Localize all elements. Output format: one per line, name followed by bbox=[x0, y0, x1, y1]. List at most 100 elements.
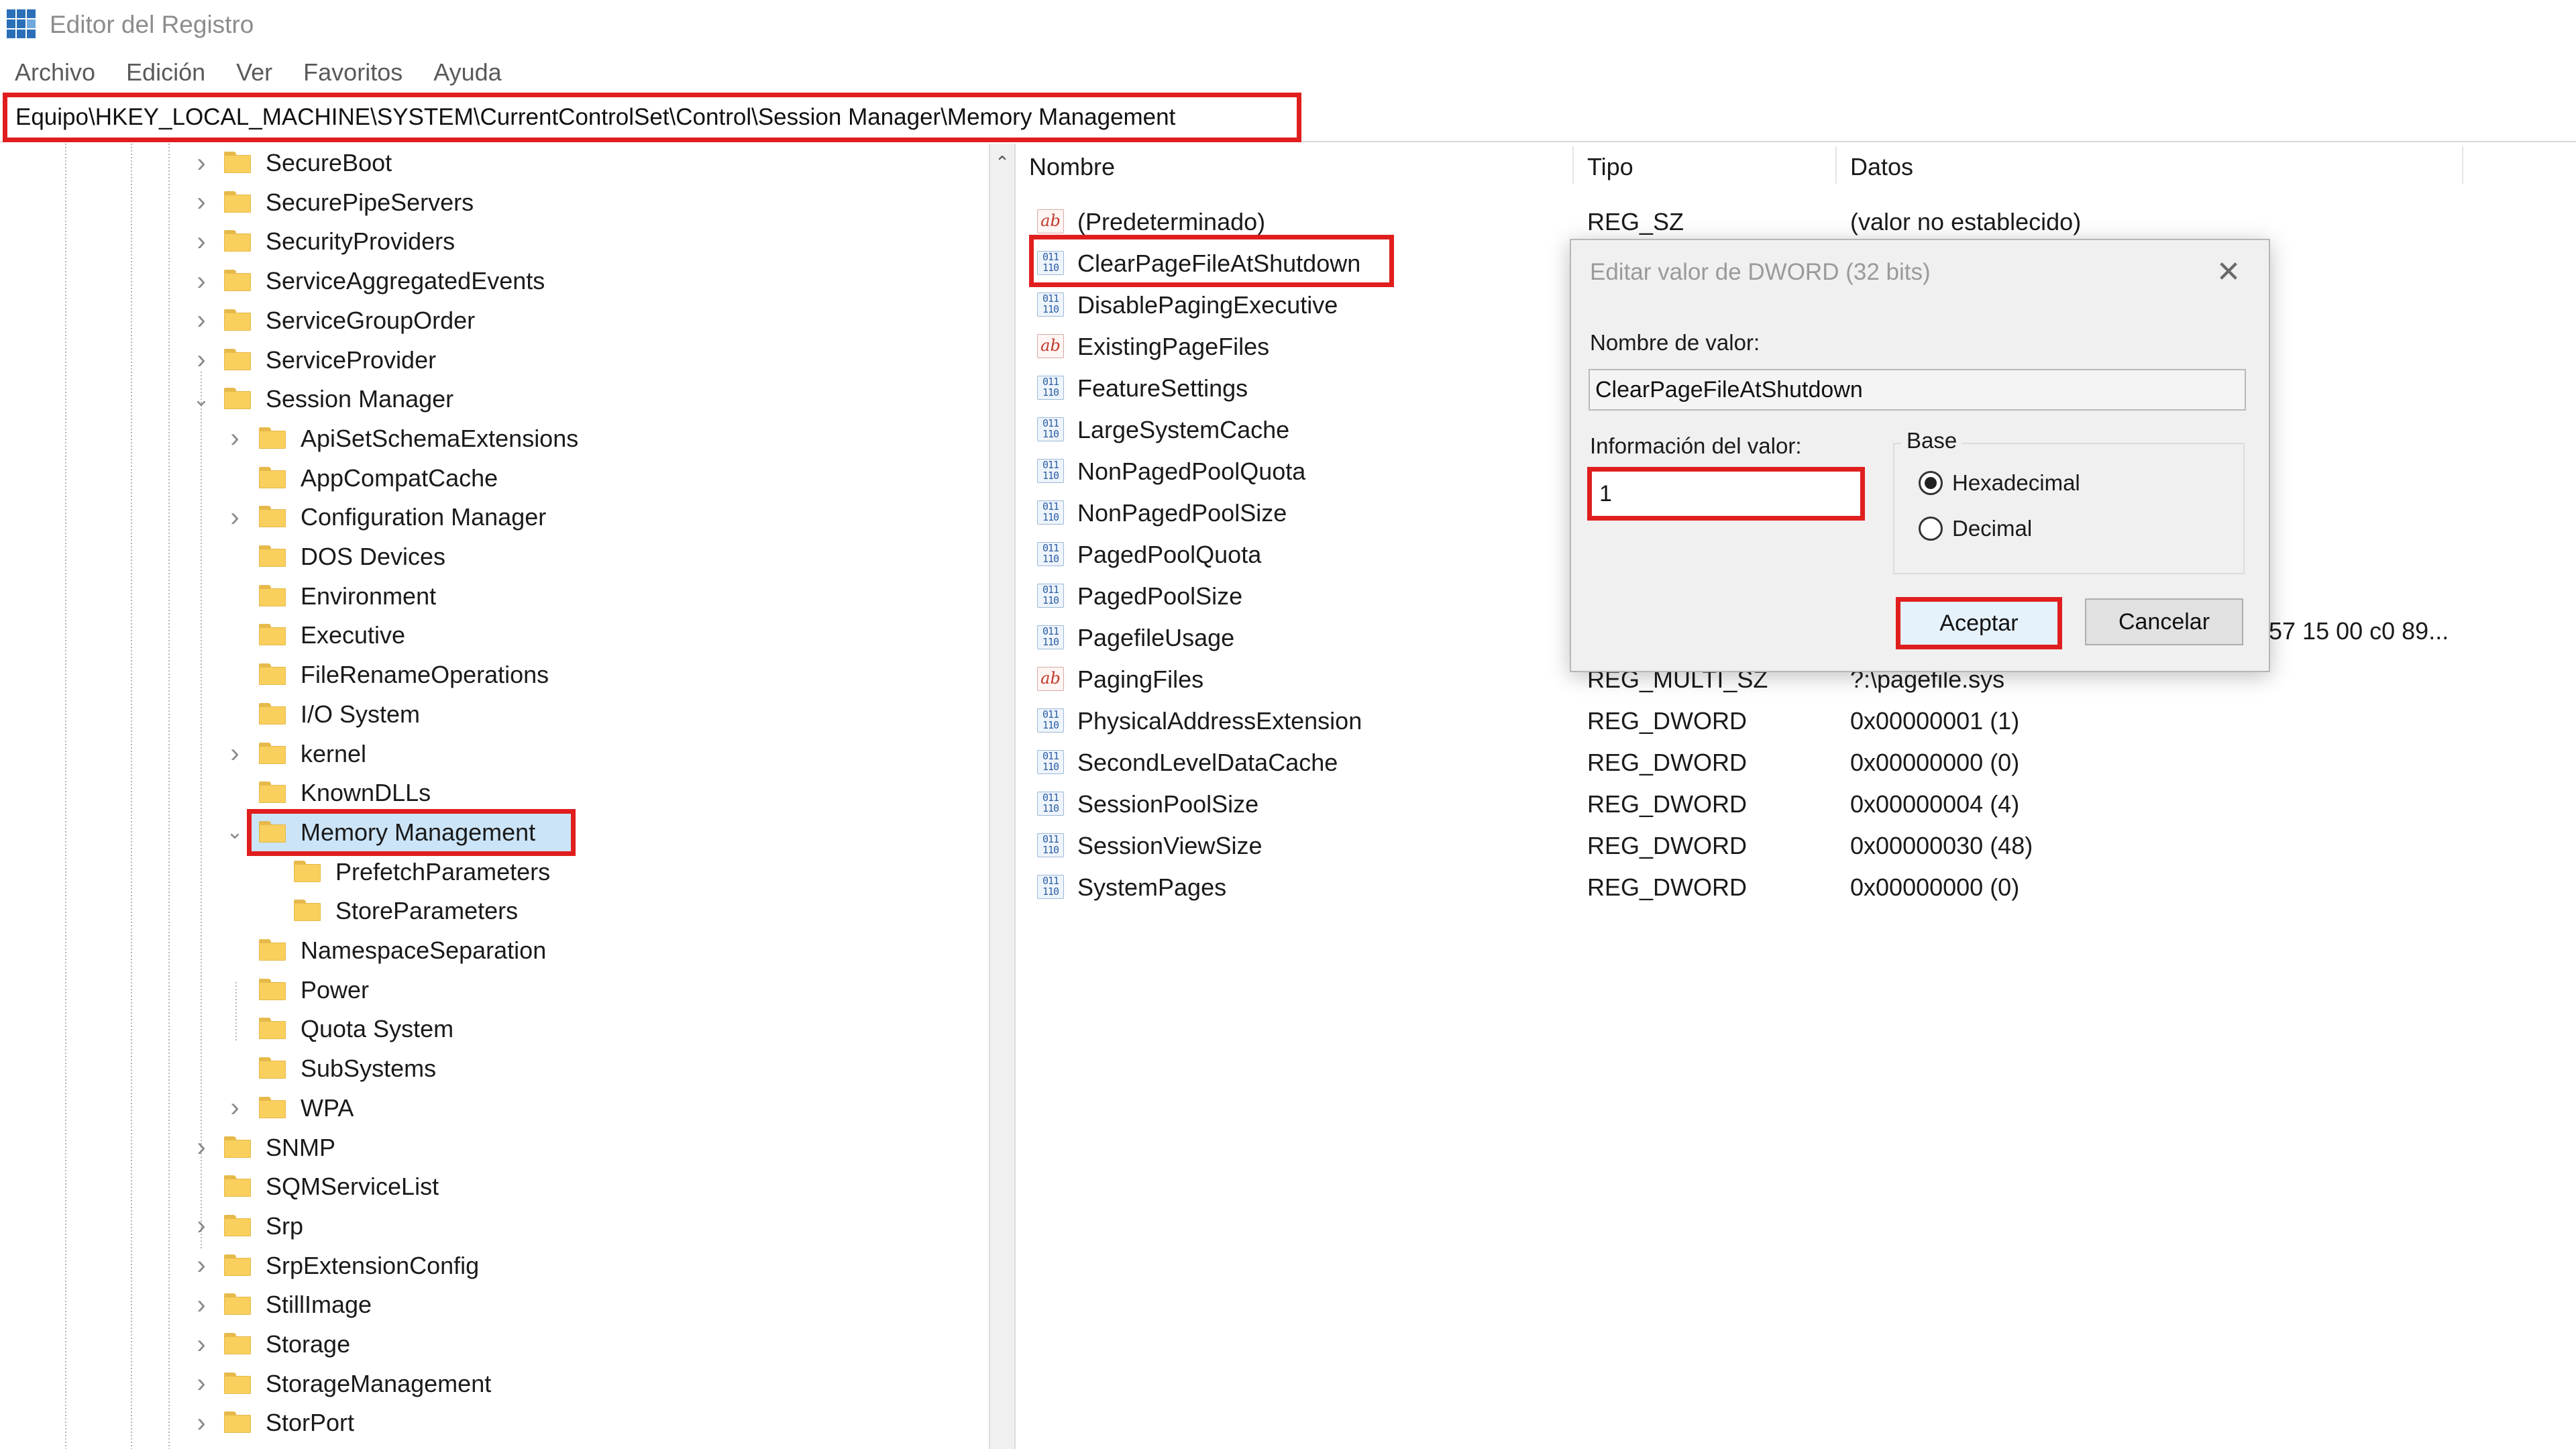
tree-node[interactable]: › ServiceAggregatedEvents bbox=[0, 262, 986, 301]
tree-node[interactable]: NamespaceSeparation bbox=[0, 931, 986, 970]
value-row[interactable]: 011 110 SessionPoolSize REG_DWORD 0x00000004… bbox=[1022, 782, 2576, 824]
column-divider[interactable] bbox=[1572, 146, 1574, 184]
tree-node[interactable]: StoreParameters bbox=[0, 892, 986, 930]
value-row[interactable]: 011 110 SessionViewSize REG_DWORD 0x00000030… bbox=[1022, 824, 2576, 865]
pagefileusage-data: 57 15 00 c0 89... bbox=[2269, 617, 2449, 645]
tree-node[interactable]: › ServiceGroupOrder bbox=[0, 301, 986, 340]
tree-node[interactable]: Executive bbox=[0, 616, 986, 655]
tree-node[interactable]: › Srp bbox=[0, 1207, 986, 1246]
column-divider[interactable] bbox=[1835, 146, 1837, 184]
tree-node[interactable]: Quota System bbox=[0, 1010, 986, 1049]
folder-icon bbox=[259, 978, 286, 1000]
tree-node[interactable]: I/O System bbox=[0, 695, 986, 734]
radio-checked-icon[interactable] bbox=[1919, 471, 1943, 495]
tree-node[interactable]: › Configuration Manager bbox=[0, 498, 986, 537]
tree-node[interactable]: › StorPort bbox=[0, 1403, 986, 1442]
menu-favoritos[interactable]: Favoritos bbox=[303, 58, 402, 87]
value-row[interactable]: 011 110 PhysicalAddressExtension REG_DWORD 0… bbox=[1022, 699, 2576, 741]
value-name: PhysicalAddressExtension bbox=[1077, 707, 1362, 735]
ok-button[interactable]: Aceptar bbox=[1896, 597, 2062, 649]
tree-node[interactable]: › StorageManagement bbox=[0, 1364, 986, 1403]
tree-node-label: AppCompatCache bbox=[301, 464, 498, 492]
chevron-right-icon[interactable]: › bbox=[221, 1089, 248, 1128]
dialog-title: Editar valor de DWORD (32 bits) bbox=[1590, 259, 1931, 285]
chevron-right-icon[interactable]: › bbox=[188, 222, 215, 261]
tree-node[interactable]: › kernel bbox=[0, 735, 986, 773]
binary-value-icon: 011 110 bbox=[1037, 625, 1064, 649]
value-type: REG_DWORD bbox=[1587, 707, 1748, 735]
value-data: 0x00000000 (0) bbox=[1850, 873, 2020, 901]
chevron-right-icon[interactable]: › bbox=[188, 144, 215, 182]
tree-scrollbar[interactable]: ⌃ bbox=[989, 144, 1016, 1449]
tree-node-label: ServiceAggregatedEvents bbox=[266, 267, 545, 295]
radio-decimal[interactable]: Decimal bbox=[1919, 513, 2032, 545]
chevron-right-icon[interactable]: › bbox=[188, 1207, 215, 1246]
chevron-right-icon[interactable]: › bbox=[188, 262, 215, 301]
tree-node[interactable]: › SecurePipeServers bbox=[0, 183, 986, 222]
tree-node[interactable]: › SNMP bbox=[0, 1128, 986, 1167]
tree-node[interactable]: ⌄ Session Manager bbox=[0, 380, 986, 419]
tree-node[interactable]: FileRenameOperations bbox=[0, 655, 986, 694]
tree-node[interactable]: Power bbox=[0, 971, 986, 1010]
chevron-right-icon[interactable]: › bbox=[221, 735, 248, 773]
column-divider[interactable] bbox=[2462, 146, 2463, 184]
chevron-right-icon[interactable]: › bbox=[188, 301, 215, 340]
chevron-right-icon[interactable]: › bbox=[221, 498, 248, 537]
tree-node[interactable]: › ApiSetSchemaExtensions bbox=[0, 419, 986, 458]
tree-node-label: FileRenameOperations bbox=[301, 661, 549, 689]
tree-node[interactable]: DOS Devices bbox=[0, 537, 986, 576]
cancel-button[interactable]: Cancelar bbox=[2085, 598, 2243, 645]
tree-node[interactable]: › SecurityProviders bbox=[0, 222, 986, 261]
value-data: 0x00000030 (48) bbox=[1850, 832, 2033, 859]
tree-node[interactable]: Environment bbox=[0, 577, 986, 616]
menu-ayuda[interactable]: Ayuda bbox=[433, 58, 501, 87]
tree-node[interactable]: ⌄ Memory Management bbox=[0, 813, 986, 852]
tree-node[interactable]: › Storage bbox=[0, 1325, 986, 1364]
value-type: REG_SZ bbox=[1587, 208, 1684, 235]
chevron-right-icon[interactable]: › bbox=[188, 1285, 215, 1324]
menu-bar: Archivo Edición Ver Favoritos Ayuda bbox=[0, 54, 2576, 91]
menu-edicion[interactable]: Edición bbox=[126, 58, 205, 87]
chevron-right-icon[interactable]: › bbox=[188, 1364, 215, 1403]
chevron-down-icon[interactable]: ⌄ bbox=[221, 813, 248, 852]
tree-node[interactable]: KnownDLLs bbox=[0, 773, 986, 812]
tree-node-label: ApiSetSchemaExtensions bbox=[301, 424, 579, 452]
chevron-right-icon[interactable]: › bbox=[221, 419, 248, 458]
chevron-right-icon[interactable]: › bbox=[188, 1325, 215, 1364]
column-header-data[interactable]: Datos bbox=[1850, 153, 1913, 181]
column-header-name[interactable]: Nombre bbox=[1029, 153, 1115, 181]
tree-node[interactable]: › StillImage bbox=[0, 1285, 986, 1324]
tree-node-label: SecurityProviders bbox=[266, 227, 455, 256]
value-row[interactable]: 011 110 SecondLevelDataCache REG_DWORD 0x000… bbox=[1022, 741, 2576, 782]
close-icon[interactable]: ✕ bbox=[2208, 252, 2249, 292]
tree-node[interactable]: › WPA bbox=[0, 1089, 986, 1128]
menu-archivo[interactable]: Archivo bbox=[15, 58, 95, 87]
chevron-right-icon[interactable]: › bbox=[188, 1128, 215, 1167]
folder-icon bbox=[259, 782, 286, 804]
chevron-down-icon[interactable]: ⌄ bbox=[188, 380, 215, 419]
menu-ver[interactable]: Ver bbox=[236, 58, 272, 87]
column-header-type[interactable]: Tipo bbox=[1587, 153, 1633, 181]
tree-node[interactable]: SubSystems bbox=[0, 1049, 986, 1088]
radio-hexadecimal[interactable]: Hexadecimal bbox=[1919, 467, 2080, 499]
tree-node[interactable]: › SrpExtensionConfig bbox=[0, 1246, 986, 1285]
tree-node[interactable]: AppCompatCache bbox=[0, 459, 986, 498]
chevron-right-icon[interactable]: › bbox=[188, 1246, 215, 1285]
binary-value-icon: 011 110 bbox=[1037, 542, 1064, 566]
tree-node[interactable]: › SecureBoot bbox=[0, 144, 986, 182]
scroll-up-arrow-icon[interactable]: ⌃ bbox=[990, 150, 1014, 174]
chevron-right-icon[interactable]: › bbox=[188, 183, 215, 222]
tree-node-label: SrpExtensionConfig bbox=[266, 1251, 480, 1279]
chevron-right-icon[interactable]: › bbox=[188, 341, 215, 380]
value-name: NonPagedPoolSize bbox=[1077, 499, 1287, 527]
tree-node[interactable]: SQMServiceList bbox=[0, 1167, 986, 1206]
radio-unchecked-icon[interactable] bbox=[1919, 517, 1943, 541]
tree-node[interactable]: › ServiceProvider bbox=[0, 341, 986, 380]
value-name-field[interactable]: ClearPageFileAtShutdown bbox=[1589, 369, 2246, 411]
chevron-right-icon[interactable]: › bbox=[188, 1403, 215, 1442]
value-row[interactable]: 011 110 SystemPages REG_DWORD 0x00000000 (0) bbox=[1022, 865, 2576, 907]
tree-node[interactable]: PrefetchParameters bbox=[0, 853, 986, 892]
value-data-input[interactable]: 1 bbox=[1594, 472, 1860, 515]
folder-icon bbox=[294, 900, 321, 922]
address-path-input[interactable]: Equipo\HKEY_LOCAL_MACHINE\SYSTEM\Current… bbox=[3, 93, 1301, 142]
